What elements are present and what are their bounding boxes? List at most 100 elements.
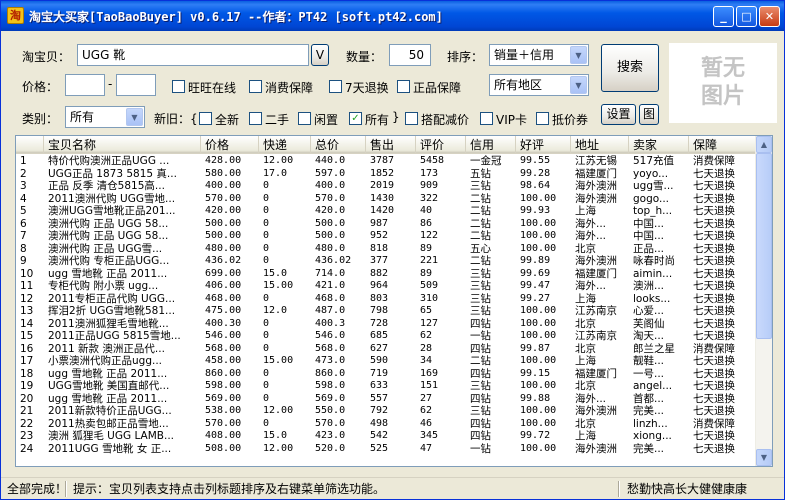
table-row[interactable]: 23 澳洲 狐狸毛 UGG LAMB... 408.00 15.0 423.0 542 34… (16, 430, 756, 443)
sort-select[interactable]: 销量＋信用 ▼ (489, 44, 589, 66)
table-row[interactable]: 19 UGG雪地靴 美国直邮代... 598.00 0 598.0 633 151 三钻 100… (16, 380, 756, 393)
scroll-down-button[interactable]: ▼ (756, 449, 772, 466)
col-index-cell: 9 (20, 255, 27, 267)
consumer-protection-checkbox[interactable]: 消费保障 (249, 79, 313, 95)
wangwang-online-checkbox[interactable]: 旺旺在线 (172, 79, 236, 95)
checkbox-box[interactable] (249, 112, 262, 125)
table-row[interactable]: 24 2011UGG 雪地靴 女 正... 508.00 12.00 520.0 525 4… (16, 443, 756, 456)
table-row[interactable]: 15 2011正品UGG 5815雪地... 546.00 0 546.0 685 62 一钻… (16, 330, 756, 343)
scroll-up-button[interactable]: ▲ (756, 136, 772, 153)
column-header-location[interactable]: 地址 (571, 136, 629, 154)
price-max-input[interactable] (116, 74, 156, 96)
col-sold-cell: 633 (370, 380, 389, 391)
checkbox-box[interactable]: ✓ (349, 112, 362, 125)
table-row[interactable]: 14 2011澳洲狐狸毛雪地靴... 400.30 0 400.3 728 127 四钻 100… (16, 318, 756, 331)
column-header-title[interactable]: 宝贝名称 (44, 136, 201, 154)
table-row[interactable]: 21 2011新款特价正品UGG... 538.00 12.00 550.0 792 62 三… (16, 405, 756, 418)
column-header-index[interactable] (16, 136, 44, 154)
table-row[interactable]: 18 ugg 雪地靴 正品 2011... 860.00 0 860.0 719 169 四钻… (16, 368, 756, 381)
col-location-cell: 北京 (575, 317, 596, 330)
checkbox-box[interactable] (536, 112, 549, 125)
table-row[interactable]: 2 UGG正品 1873 5815 真... 580.00 17.0 597.0 1852… (16, 168, 756, 181)
genuine-guarantee-checkbox[interactable]: 正品保障 (397, 79, 461, 95)
vip-card-checkbox[interactable]: VIP卡 (480, 111, 527, 127)
checkbox-box[interactable] (249, 80, 262, 93)
col-index-cell: 6 (20, 217, 27, 230)
column-header-seller[interactable]: 卖家 (629, 136, 689, 154)
col-rating-cell: 100.00 (520, 317, 557, 329)
table-row[interactable]: 20 ugg 雪地靴 正品 2011... 569.00 0 569.0 557 27 四钻 9… (16, 393, 756, 406)
price-min-input[interactable] (65, 74, 105, 96)
table-row[interactable]: 8 澳洲代购 正品 UGG雪... 480.00 0 480.0 818 89 五心 100.0… (16, 243, 756, 256)
column-header-sold[interactable]: 售出 (366, 136, 416, 154)
table-row[interactable]: 22 2011热卖包邮正品雪地... 570.00 0 570.0 498 46 四钻 100.… (16, 418, 756, 431)
maximize-button[interactable]: □ (736, 6, 757, 27)
col-sold-cell: 498 (370, 417, 389, 429)
column-header-credit[interactable]: 信用 (466, 136, 516, 154)
col-location-cell: 海外澳洲 (575, 405, 617, 417)
keyword-input[interactable]: UGG 靴 (77, 44, 309, 66)
settings-button[interactable]: 设置 (601, 104, 636, 125)
col-credit-cell: 二钻 (470, 205, 491, 217)
col-title-cell: 2011新款特价正品UGG... (48, 405, 172, 417)
coupon-checkbox[interactable]: 抵价券 (536, 111, 588, 127)
table-row[interactable]: 9 澳洲代购 专柜正品UGG... 436.02 0 436.02 377 221 二钻 99.… (16, 255, 756, 268)
column-header-reviews[interactable]: 评价 (416, 136, 466, 154)
close-button[interactable]: ✕ (759, 6, 780, 27)
image-toggle-button[interactable]: 图 (639, 104, 659, 125)
col-reviews-cell: 62 (420, 405, 433, 416)
bundle-discount-checkbox[interactable]: 搭配减价 (405, 111, 469, 127)
table-row[interactable]: 10 ugg 雪地靴 正品 2011... 699.00 15.0 714.0 882 89… (16, 268, 756, 281)
table-row[interactable]: 16 2011 新款 澳洲正品代... 568.00 0 568.0 627 28 四钻 99.… (16, 343, 756, 356)
column-header-rating[interactable]: 好评 (516, 136, 571, 154)
keyword-history-button[interactable]: V (311, 44, 329, 66)
minimize-button[interactable]: _ (713, 6, 734, 27)
checkbox-box[interactable] (172, 80, 185, 93)
region-select-value: 所有地区 (494, 78, 543, 92)
column-header-total[interactable]: 总价 (311, 136, 366, 154)
chevron-down-icon[interactable]: ▼ (126, 108, 143, 126)
seven-day-return-checkbox[interactable]: 7天退换 (329, 79, 389, 95)
col-reviews-cell: 62 (420, 330, 433, 341)
quantity-input[interactable]: 50 (389, 44, 431, 66)
column-header-price[interactable]: 价格 (201, 136, 259, 154)
condition-new-checkbox[interactable]: 全新 (199, 111, 239, 127)
checkbox-box[interactable] (405, 112, 418, 125)
vertical-scrollbar[interactable]: ▲ ▼ (755, 136, 772, 466)
condition-used-checkbox[interactable]: 二手 (249, 111, 289, 127)
scrollbar-thumb[interactable] (756, 153, 772, 339)
condition-idle-checkbox[interactable]: 闲置 (298, 111, 338, 127)
search-button[interactable]: 搜索 (601, 44, 659, 92)
column-header-guarantee[interactable]: 保障 (689, 136, 756, 154)
category-select[interactable]: 所有 ▼ (65, 106, 145, 128)
table-row[interactable]: 5 澳洲UGG雪地靴正品201... 420.00 0 420.0 1420 40 二钻 99.… (16, 205, 756, 218)
table-row[interactable]: 17 小票澳洲代购正品ugg... 458.00 15.00 473.0 590 34 二钻 1… (16, 355, 756, 368)
checkbox-box[interactable] (480, 112, 493, 125)
table-row[interactable]: 4 2011澳洲代购 UGG雪地... 570.00 0 570.0 1430 322 二钻 1… (16, 193, 756, 206)
chevron-down-icon[interactable]: ▼ (570, 76, 587, 94)
table-row[interactable]: 3 正品 反季 清仓5815高... 400.00 0 400.0 2019 909 三钻 98… (16, 180, 756, 193)
checkbox-box[interactable] (298, 112, 311, 125)
checkbox-box[interactable] (397, 80, 410, 93)
col-reviews-cell: 40 (420, 205, 433, 216)
table-row[interactable]: 11 专柜代购 附小票 ugg... 406.00 15.00 421.0 964 509 三… (16, 280, 756, 293)
checkbox-box[interactable] (329, 80, 342, 93)
region-select[interactable]: 所有地区 ▼ (489, 74, 589, 96)
results-table[interactable]: 宝贝名称 价格 快递 总价 售出 评价 信用 好评 地址 卖家 保障 1 特价代购澳洲正品UGG ..… (15, 135, 773, 467)
table-row[interactable]: 6 澳洲代购 正品 UGG 58... 500.00 0 500.0 987 86 二钻 100… (16, 218, 756, 231)
col-index-cell: 8 (20, 242, 27, 255)
chevron-down-icon[interactable]: ▼ (570, 46, 587, 64)
table-row[interactable]: 12 2011专柜正品代购 UGG... 468.00 0 468.0 803 310 三钻 9… (16, 293, 756, 306)
col-total-cell: 400.0 (315, 180, 346, 191)
table-row[interactable]: 13 挥泪2折 UGG雪地靴581... 475.00 12.0 487.0 798 65 三… (16, 305, 756, 318)
table-row[interactable]: 7 澳洲代购 正品 UGG 58... 500.00 0 500.0 952 122 二钻 10… (16, 230, 756, 243)
column-header-shipping[interactable]: 快递 (259, 136, 311, 154)
checkbox-box[interactable] (199, 112, 212, 125)
condition-all-checkbox[interactable]: ✓ 所有 (349, 111, 389, 127)
condition-close-brace: } (392, 110, 400, 124)
col-reviews-cell: 345 (420, 430, 439, 441)
col-seller-cell: top_h... (633, 205, 673, 217)
title-bar[interactable]: 淘 淘宝大买家[TaoBaoBuyer] v0.6.17 --作者：PT42 [… (1, 1, 784, 31)
table-row[interactable]: 1 特价代购澳洲正品UGG ... 428.00 12.00 440.0 3787 5458… (16, 155, 756, 168)
col-seller-cell: 郎兰之星 (633, 342, 675, 355)
